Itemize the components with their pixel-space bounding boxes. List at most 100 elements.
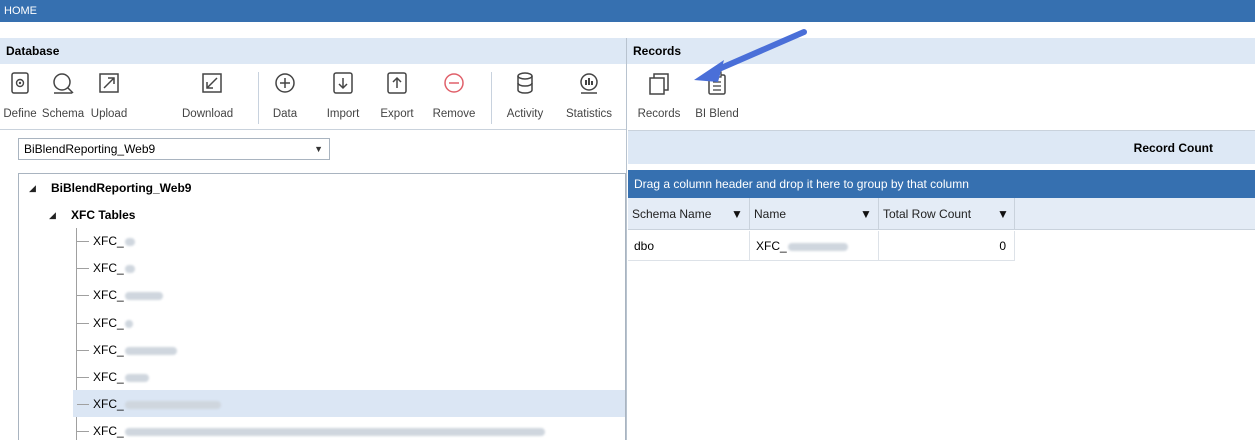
table-row[interactable]: dbo XFC_ 0	[628, 231, 1255, 261]
records-section-title: Records	[633, 44, 682, 58]
tree-folder-xfc-tables[interactable]: XFC Tables	[71, 205, 135, 225]
tree-item-table[interactable]: XFC_	[93, 258, 135, 278]
remove-icon	[444, 73, 464, 93]
ribbon-separator	[491, 72, 492, 124]
remove-button[interactable]: Remove	[424, 64, 484, 128]
redacted-text	[124, 346, 177, 355]
tree-item-table[interactable]: XFC_	[93, 313, 133, 333]
database-select-value: BiBlendReporting_Web9	[24, 142, 156, 156]
database-section-header: Database	[0, 38, 626, 64]
tree-item-label: XFC_	[93, 397, 124, 411]
column-header-label: Total Row Count	[883, 207, 972, 221]
chevron-down-icon[interactable]: ▼	[314, 139, 323, 159]
group-by-hint: Drag a column header and drop it here to…	[634, 177, 969, 191]
statistics-label: Statistics	[565, 108, 612, 120]
tree-item-label: XFC_	[93, 288, 124, 302]
annotation-arrow-icon	[694, 29, 807, 82]
download-icon	[202, 73, 222, 93]
collapse-triangle-icon[interactable]: ◢	[49, 205, 56, 225]
data-icon	[275, 73, 295, 93]
filter-icon[interactable]: ▼	[997, 198, 1009, 230]
define-icon	[11, 72, 29, 94]
import-label: Import	[326, 108, 360, 120]
download-button[interactable]: Download	[132, 64, 250, 128]
column-header-name[interactable]: Name ▼	[750, 198, 879, 230]
panel-divider	[626, 38, 627, 440]
database-section-title: Database	[6, 44, 60, 58]
tree-item-table[interactable]: XFC_	[93, 421, 545, 440]
tree-item-table[interactable]: XFC_	[93, 340, 177, 360]
define-label: Define	[3, 108, 37, 120]
tree-item-table[interactable]: XFC_	[93, 285, 163, 305]
activity-label: Activity	[506, 108, 544, 120]
tree-item-label: XFC_	[93, 234, 124, 248]
tree-connector	[77, 404, 89, 405]
records-label: Records	[637, 108, 681, 120]
upload-button[interactable]: Upload	[86, 64, 132, 128]
upload-icon	[99, 73, 119, 93]
column-header-schema-name[interactable]: Schema Name ▼	[628, 198, 750, 230]
cell-schema-name: dbo	[628, 231, 750, 261]
cell-value: dbo	[634, 239, 655, 253]
data-label: Data	[272, 108, 298, 120]
tree-item-table-selected[interactable]: XFC_	[93, 394, 221, 414]
upload-label: Upload	[90, 108, 128, 120]
data-button[interactable]: Data	[266, 64, 304, 128]
column-header-total-row-count[interactable]: Total Row Count ▼	[879, 198, 1015, 230]
activity-icon	[517, 72, 533, 94]
schema-label: Schema	[41, 108, 85, 120]
redacted-text	[124, 427, 545, 436]
tree-root-label: BiBlendReporting_Web9	[51, 181, 192, 195]
database-select[interactable]: BiBlendReporting_Web9 ▼	[18, 138, 330, 160]
cell-value: 0	[999, 239, 1006, 253]
collapse-triangle-icon[interactable]: ◢	[29, 178, 36, 198]
tree-root-node[interactable]: BiBlendReporting_Web9	[51, 178, 191, 198]
tree-connector	[77, 431, 89, 432]
grid-header-row: Schema Name ▼ Name ▼ Total Row Count ▼	[628, 198, 1255, 230]
tree-item-label: XFC_	[93, 261, 124, 275]
schema-tree: ◢ BiBlendReporting_Web9 ◢ XFC Tables XFC…	[18, 173, 626, 440]
import-icon	[333, 72, 353, 94]
tree-item-label: XFC_	[93, 343, 124, 357]
records-button[interactable]: Records	[631, 64, 687, 128]
export-icon	[387, 72, 407, 94]
redacted-text	[124, 264, 135, 273]
redacted-text	[124, 291, 163, 300]
column-header-label: Name	[754, 207, 787, 221]
home-tab-bar[interactable]: HOME	[0, 0, 1255, 22]
schema-icon	[53, 73, 74, 94]
schema-button[interactable]: Schema	[40, 64, 86, 128]
group-by-panel[interactable]: Drag a column header and drop it here to…	[628, 170, 1255, 198]
record-count-title: Record Count	[1133, 141, 1213, 155]
tree-item-label: XFC_	[93, 424, 124, 438]
redacted-text	[787, 242, 848, 251]
filter-icon[interactable]: ▼	[731, 198, 743, 230]
import-button[interactable]: Import	[316, 64, 370, 128]
export-button[interactable]: Export	[370, 64, 424, 128]
remove-label: Remove	[432, 108, 476, 120]
ribbon-separator	[258, 72, 259, 124]
record-count-header: Record Count	[628, 130, 1255, 164]
statistics-button[interactable]: Statistics	[556, 64, 622, 128]
tree-connector	[77, 295, 89, 296]
database-ribbon: Define Schema Upload Download Data Impor…	[0, 64, 626, 129]
tree-connector	[77, 268, 89, 269]
define-button[interactable]: Define	[0, 64, 40, 128]
tree-folder-label: XFC Tables	[71, 208, 136, 222]
bi-blend-label: BI Blend	[695, 108, 739, 120]
cell-total-row-count: 0	[879, 231, 1015, 261]
tree-item-table[interactable]: XFC_	[93, 367, 149, 387]
redacted-text	[124, 319, 133, 328]
tree-connector	[77, 241, 89, 242]
tree-item-table[interactable]: XFC_	[93, 231, 135, 251]
export-label: Export	[380, 108, 414, 120]
download-label: Download	[182, 108, 234, 120]
redacted-text	[124, 400, 221, 409]
filter-icon[interactable]: ▼	[860, 198, 872, 230]
tree-connector	[77, 323, 89, 324]
activity-button[interactable]: Activity	[498, 64, 552, 128]
tree-item-label: XFC_	[93, 316, 124, 330]
cell-value: XFC_	[756, 239, 787, 253]
tree-connector	[77, 350, 89, 351]
home-tab-label[interactable]: HOME	[4, 5, 37, 17]
